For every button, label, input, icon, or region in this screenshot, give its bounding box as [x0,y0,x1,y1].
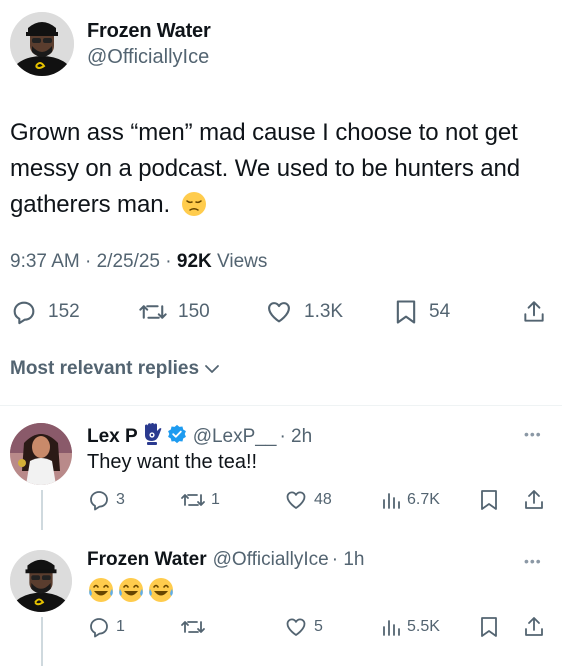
reply-bookmark-button[interactable] [478,488,500,512]
heart-icon [286,491,306,509]
reply-author-name[interactable]: Lex P [87,426,138,448]
reply-share-button[interactable] [522,488,546,512]
share-icon [525,617,543,636]
reply-author-handle[interactable]: @LexP__ [193,426,277,448]
replies-sort-label: Most relevant replies [10,358,200,379]
reply-count: 152 [48,301,80,322]
reply-icon [13,301,35,325]
reply-reply-button[interactable]: 3 [87,488,125,512]
share-button[interactable] [521,298,547,326]
reply-icon [90,618,108,638]
tweet-date[interactable]: 2/25/25 [97,251,160,272]
author-avatar[interactable] [10,12,74,76]
reply-like-button[interactable]: 5 [283,615,323,639]
heart-icon [286,618,306,636]
replies-sort-dropdown[interactable]: Most relevant replies [10,358,220,380]
verified-badge-icon [167,424,187,450]
heart-icon [268,302,290,323]
repost-icon [181,621,205,633]
reply-views-count: 6.7K [407,491,440,508]
like-count: 1.3K [304,301,344,322]
reply-author-handle[interactable]: @OfficiallyIce [213,549,329,571]
reply-avatar[interactable] [10,423,72,485]
reply-header: Frozen Water @OfficiallyIce · 1h [87,549,364,571]
thread-line [41,617,43,666]
repost-icon [139,305,167,319]
reply-author-name[interactable]: Frozen Water [87,549,207,571]
reply-views-button[interactable]: 6.7K [380,488,440,512]
reply-repost-button[interactable] [180,615,211,639]
pensive-face-emoji [181,191,207,217]
hamsa-hand-icon [141,422,163,452]
author-handle[interactable]: @OfficiallyIce [87,46,209,69]
bookmark-icon [481,617,497,637]
reply-share-button[interactable] [522,615,546,639]
reply-views-count: 5.5K [407,618,440,635]
tweet-text-content: Grown ass “men” mad cause I choose to no… [10,119,521,218]
reply-timestamp[interactable]: · 1h [332,549,365,571]
analytics-icon [383,620,400,636]
repost-button[interactable]: 150 [138,298,210,326]
reply-button[interactable]: 152 [10,298,80,326]
reply-like-count: 5 [314,618,323,635]
joy-emoji [117,576,145,604]
author-name[interactable]: Frozen Water [87,20,211,43]
reply-timestamp[interactable]: · 2h [279,426,312,448]
reply-like-button[interactable]: 48 [283,488,332,512]
reply-repost-count: 1 [211,491,220,508]
more-options-icon[interactable]: ••• [524,426,542,442]
reply-avatar[interactable] [10,550,72,612]
reply-repost-button[interactable]: 1 [180,488,220,512]
reply-reply-count: 1 [116,618,125,635]
reply-like-count: 48 [314,491,332,508]
reply-bookmark-button[interactable] [478,615,500,639]
share-icon [524,301,544,322]
chevron-down-icon [205,365,219,373]
like-button[interactable]: 1.3K [264,298,343,326]
bookmark-count: 54 [429,301,451,322]
joy-emoji [87,576,115,604]
views-count: 92K [176,251,212,272]
more-options-icon[interactable]: ••• [524,553,542,569]
reply-views-button[interactable]: 5.5K [380,615,440,639]
reply-reply-count: 3 [116,491,125,508]
repost-icon [181,494,205,506]
analytics-icon [383,493,400,509]
tweet-time[interactable]: 9:37 AM [10,251,80,272]
repost-count: 150 [178,301,210,322]
bookmark-icon [481,490,497,510]
views-label: Views [217,251,268,272]
meta-separator: · [85,251,92,272]
thread-line [41,490,43,530]
tweet-meta: 9:37 AM · 2/25/25 · 92K Views [10,251,267,273]
divider [0,405,562,406]
bookmark-button[interactable]: 54 [393,298,450,326]
reply-header: Lex P @LexP__ · 2h [87,422,312,452]
joy-emoji [147,576,175,604]
reply-icon [90,491,108,511]
share-icon [525,490,543,509]
meta-separator: · [165,251,172,272]
bookmark-icon [396,300,416,324]
reply-reply-button[interactable]: 1 [87,615,125,639]
reply-text: They want the tea!! [87,451,258,473]
reply-emoji-text [87,576,177,604]
tweet-text: Grown ass “men” mad cause I choose to no… [10,115,550,223]
